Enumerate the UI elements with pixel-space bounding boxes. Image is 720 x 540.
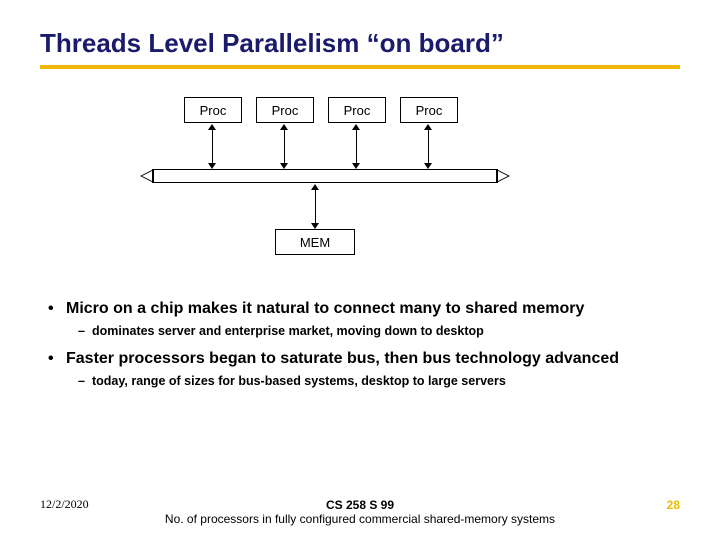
footer-date: 12/2/2020 <box>40 497 89 512</box>
connector <box>315 187 316 225</box>
bullet-item: Micro on a chip makes it natural to conn… <box>40 299 680 319</box>
footer-page-number: 28 <box>667 498 680 512</box>
connector <box>284 127 285 165</box>
footer-course: CS 258 S 99 <box>326 498 394 512</box>
arrowhead-up-icon <box>311 184 319 190</box>
arrowhead-up-icon <box>352 124 360 130</box>
bullet-item: Faster processors began to saturate bus,… <box>40 349 680 369</box>
connector <box>428 127 429 165</box>
proc-box: Proc <box>256 97 314 123</box>
slide-title: Threads Level Parallelism “on board” <box>40 28 680 59</box>
connector <box>356 127 357 165</box>
bullet-list: Micro on a chip makes it natural to conn… <box>40 299 680 390</box>
footer-caption: No. of processors in fully configured co… <box>165 512 555 526</box>
sub-bullet-item: dominates server and enterprise market, … <box>40 323 680 339</box>
arrowhead-up-icon <box>424 124 432 130</box>
slide-footer: 12/2/2020 CS 258 S 99 No. of processors … <box>0 498 720 526</box>
proc-box: Proc <box>328 97 386 123</box>
bus-diagram: Proc Proc Proc Proc MEM <box>140 97 570 287</box>
bus-arrow-right-icon <box>496 169 510 183</box>
arrowhead-up-icon <box>280 124 288 130</box>
bus-arrow-left-icon <box>140 169 154 183</box>
sub-bullet-item: today, range of sizes for bus-based syst… <box>40 373 680 389</box>
connector <box>212 127 213 165</box>
title-rule <box>40 65 680 69</box>
mem-box: MEM <box>275 229 355 255</box>
proc-box: Proc <box>400 97 458 123</box>
arrowhead-up-icon <box>208 124 216 130</box>
proc-box: Proc <box>184 97 242 123</box>
shared-bus <box>140 169 510 183</box>
